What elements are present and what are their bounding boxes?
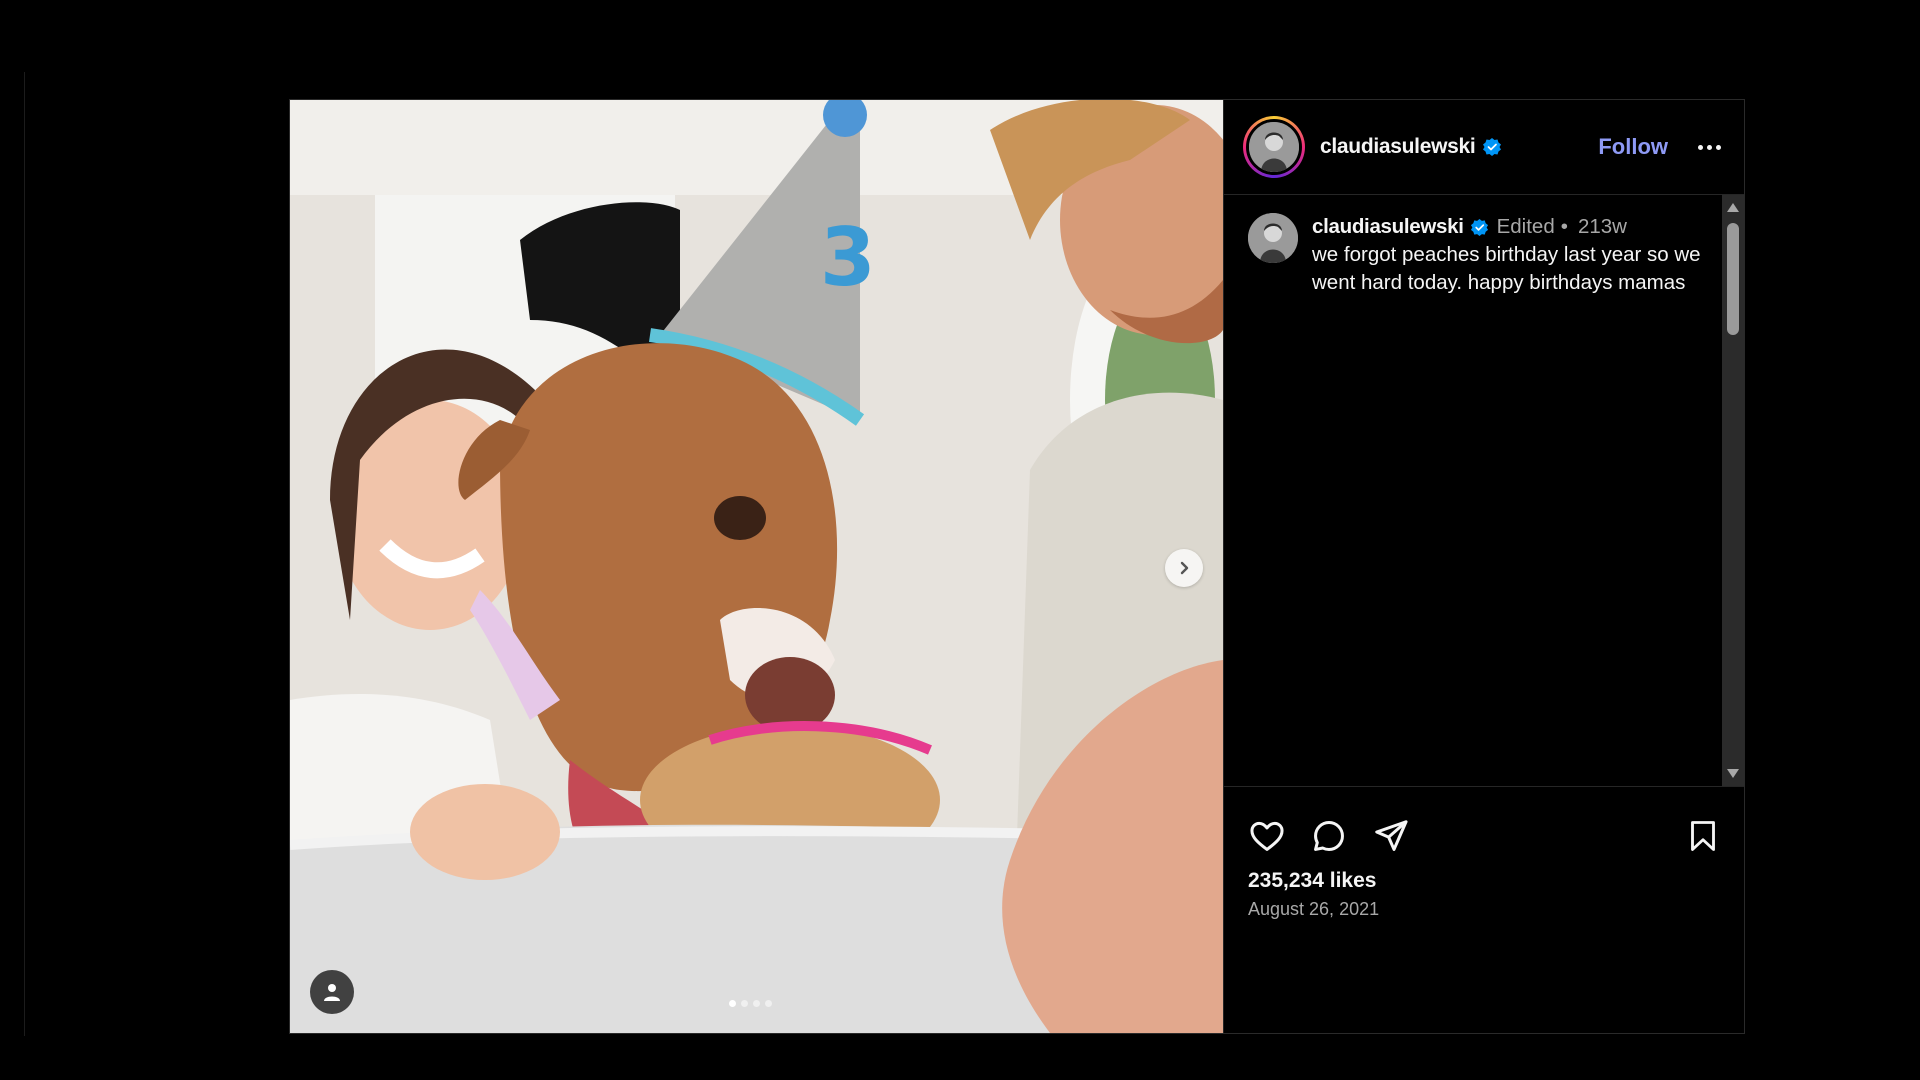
verified-badge-icon [1483,138,1502,156]
avatar-image [1248,213,1298,263]
post-date[interactable]: August 26, 2021 [1224,893,1744,920]
carousel-indicator [729,1000,772,1007]
post-media[interactable]: 3 [290,100,1223,1033]
more-options-icon[interactable] [1698,144,1724,150]
caption-text: we forgot peaches birthday last year so … [1312,243,1701,294]
comment-button[interactable] [1308,815,1350,857]
post-side-panel: claudiasulewski Follow claudiasulewski E… [1223,100,1744,1033]
post-photo: 3 [290,100,1223,1033]
comments-section: claudiasulewski Edited • 213w we forgot … [1224,195,1744,787]
bookmark-icon [1691,821,1715,851]
carousel-dot [729,1000,736,1007]
username[interactable]: claudiasulewski [1320,135,1476,159]
story-ring[interactable] [1243,116,1305,178]
scroll-down-icon[interactable] [1727,769,1739,778]
comments-scrollbar[interactable] [1722,195,1744,786]
edited-label: Edited [1496,215,1555,238]
share-button[interactable] [1370,815,1412,857]
verified-badge-icon [1470,218,1488,236]
heart-icon [1250,821,1284,851]
post-header: claudiasulewski Follow [1224,100,1744,195]
post-modal: 3 claudiasulewski Follow claudiasulewski… [289,99,1745,1034]
time-ago[interactable]: 213w [1578,213,1627,241]
chevron-right-icon [1180,561,1189,575]
comment-icon [1314,821,1344,851]
action-bar [1224,787,1744,865]
meta-separator: • [1560,215,1568,238]
caption-username[interactable]: claudiasulewski [1312,213,1464,241]
user-tag-icon [324,984,340,1001]
tagged-users-button[interactable] [310,970,354,1014]
next-slide-button[interactable] [1165,549,1203,587]
like-count[interactable]: 235,234 likes [1224,865,1744,893]
share-icon [1375,820,1408,851]
caption-avatar[interactable] [1248,213,1298,263]
window-edge [24,72,25,1036]
avatar[interactable] [1246,119,1302,175]
save-button[interactable] [1682,815,1724,857]
scroll-up-icon[interactable] [1727,203,1739,212]
svg-text:3: 3 [820,211,876,304]
carousel-dot [765,1000,772,1007]
follow-button[interactable]: Follow [1598,134,1668,160]
like-button[interactable] [1246,815,1288,857]
carousel-dot [753,1000,760,1007]
scroll-thumb[interactable] [1727,223,1739,335]
carousel-dot [741,1000,748,1007]
avatar-image [1249,122,1299,172]
caption: claudiasulewski Edited • 213w we forgot … [1248,213,1704,297]
